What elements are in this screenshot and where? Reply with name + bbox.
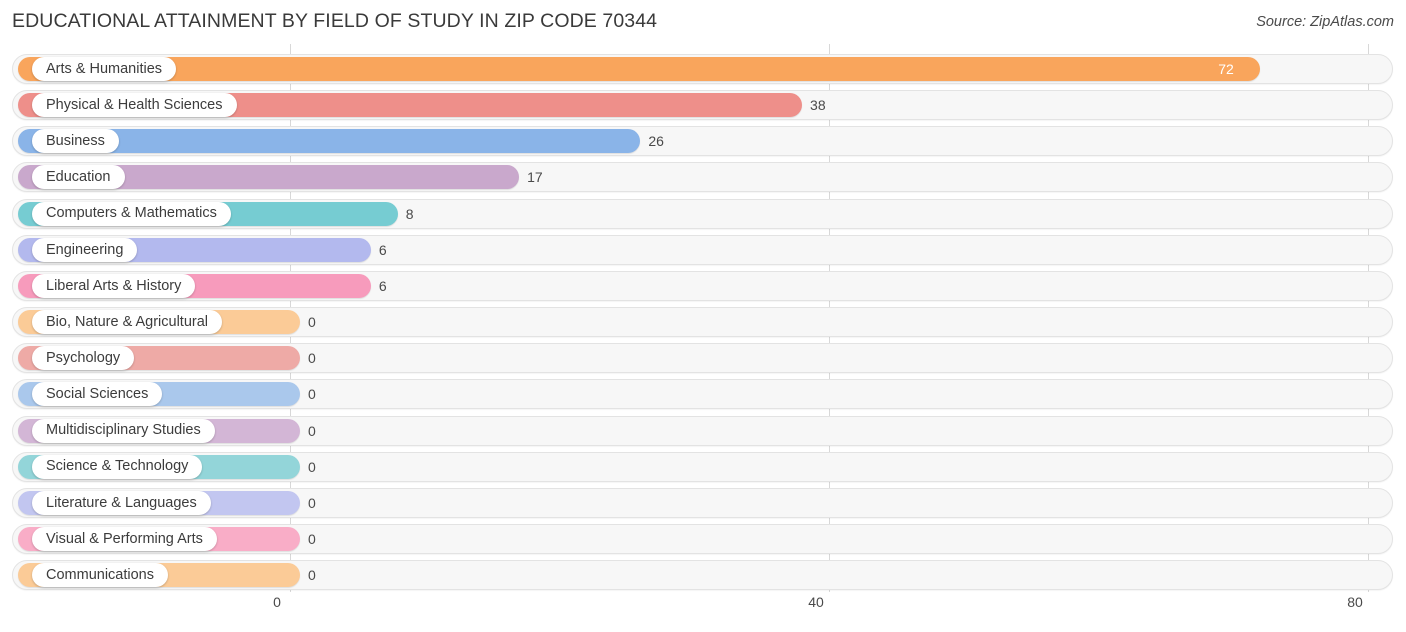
bar-value-label: 0 xyxy=(308,386,316,403)
category-label: Bio, Nature & Agricultural xyxy=(46,313,208,330)
table-row[interactable]: Education 17 xyxy=(12,162,1393,193)
chart-container: EDUCATIONAL ATTAINMENT BY FIELD OF STUDY… xyxy=(0,0,1406,632)
page-title: EDUCATIONAL ATTAINMENT BY FIELD OF STUDY… xyxy=(12,10,658,32)
table-row[interactable]: Visual & Performing Arts 0 xyxy=(12,523,1393,554)
x-tick-label-80: 80 xyxy=(1347,594,1363,610)
category-label: Engineering xyxy=(46,241,124,258)
table-row[interactable]: Communications 0 xyxy=(12,560,1393,591)
table-row[interactable]: Multidisciplinary Studies 0 xyxy=(12,415,1393,446)
table-row[interactable]: Science & Technology 0 xyxy=(12,451,1393,482)
category-label-pill: Psychology xyxy=(32,346,135,371)
bar-value-label: 26 xyxy=(648,133,664,150)
bar-1[interactable] xyxy=(18,57,1261,81)
category-label-pill: Bio, Nature & Agricultural xyxy=(32,310,222,335)
category-label: Science & Technology xyxy=(46,458,189,475)
category-label: Visual & Performing Arts xyxy=(46,530,203,547)
category-label-pill: Multidisciplinary Studies xyxy=(32,418,215,443)
source-attribution: Source: ZipAtlas.com xyxy=(1256,14,1394,30)
table-row[interactable]: Business 26 xyxy=(12,126,1393,157)
category-label: Literature & Languages xyxy=(46,494,197,511)
bar-value-label: 0 xyxy=(308,314,316,331)
bar-value-label: 17 xyxy=(527,169,543,186)
category-label-pill: Visual & Performing Arts xyxy=(32,526,217,551)
x-axis: 0 40 80 xyxy=(0,592,1406,632)
table-row[interactable]: Engineering 6 xyxy=(12,234,1393,265)
table-row[interactable]: Liberal Arts & History 6 xyxy=(12,270,1393,301)
category-label-pill: Science & Technology xyxy=(32,454,203,479)
bar-value-label: 0 xyxy=(308,494,316,511)
category-label: Communications xyxy=(46,566,154,583)
bar-value-label: 72 xyxy=(1218,61,1234,77)
category-label: Computers & Mathematics xyxy=(46,205,217,222)
chart-header: EDUCATIONAL ATTAINMENT BY FIELD OF STUDY… xyxy=(0,0,1406,44)
table-row[interactable]: Physical & Health Sciences 38 xyxy=(12,90,1393,121)
table-row[interactable]: Computers & Mathematics 8 xyxy=(12,198,1393,229)
x-tick-label-40: 40 xyxy=(808,594,824,610)
category-label: Social Sciences xyxy=(46,386,149,403)
x-tick-label-0: 0 xyxy=(273,594,281,610)
bar-value-label: 0 xyxy=(308,530,316,547)
table-row[interactable]: Bio, Nature & Agricultural 0 xyxy=(12,307,1393,338)
bar-value-label: 0 xyxy=(308,458,316,475)
bar-value-label: 0 xyxy=(308,567,316,584)
category-label: Arts & Humanities xyxy=(46,60,163,77)
bar-value-label: 8 xyxy=(405,205,414,222)
category-label-pill: Physical & Health Sciences xyxy=(32,93,237,118)
bar-rows: Arts & Humanities 72 Physical & Health Sci… xyxy=(0,44,1406,592)
category-label-pill: Computers & Mathematics xyxy=(32,201,231,226)
table-row[interactable]: Social Sciences 0 xyxy=(12,379,1393,410)
category-label-pill: Communications xyxy=(32,563,168,588)
plot-area: Arts & Humanities 72 Physical & Health Sci… xyxy=(0,44,1406,592)
category-label: Liberal Arts & History xyxy=(46,277,182,294)
bar-value-label: 6 xyxy=(378,277,387,294)
category-label-pill: Social Sciences xyxy=(32,382,163,407)
category-label-pill: Literature & Languages xyxy=(32,490,211,515)
category-label: Multidisciplinary Studies xyxy=(46,422,201,439)
category-label-pill: Arts & Humanities xyxy=(32,57,177,81)
bar-value-label: 0 xyxy=(308,422,316,439)
category-label: Psychology xyxy=(46,349,121,366)
category-label: Physical & Health Sciences xyxy=(46,96,223,113)
category-label-pill: Liberal Arts & History xyxy=(32,273,196,298)
bar-value-label: 6 xyxy=(378,241,387,258)
table-row[interactable]: Literature & Languages 0 xyxy=(12,487,1393,518)
table-row[interactable]: Arts & Humanities 72 xyxy=(12,54,1393,84)
table-row[interactable]: Psychology 0 xyxy=(12,343,1393,374)
bar-value-label: 0 xyxy=(308,350,316,367)
bar-value-label: 38 xyxy=(810,97,826,114)
category-label: Education xyxy=(46,169,111,186)
category-label-pill: Education xyxy=(32,165,125,190)
category-label-pill: Business xyxy=(32,129,119,154)
category-label: Business xyxy=(46,133,105,150)
category-label-pill: Engineering xyxy=(32,237,138,262)
